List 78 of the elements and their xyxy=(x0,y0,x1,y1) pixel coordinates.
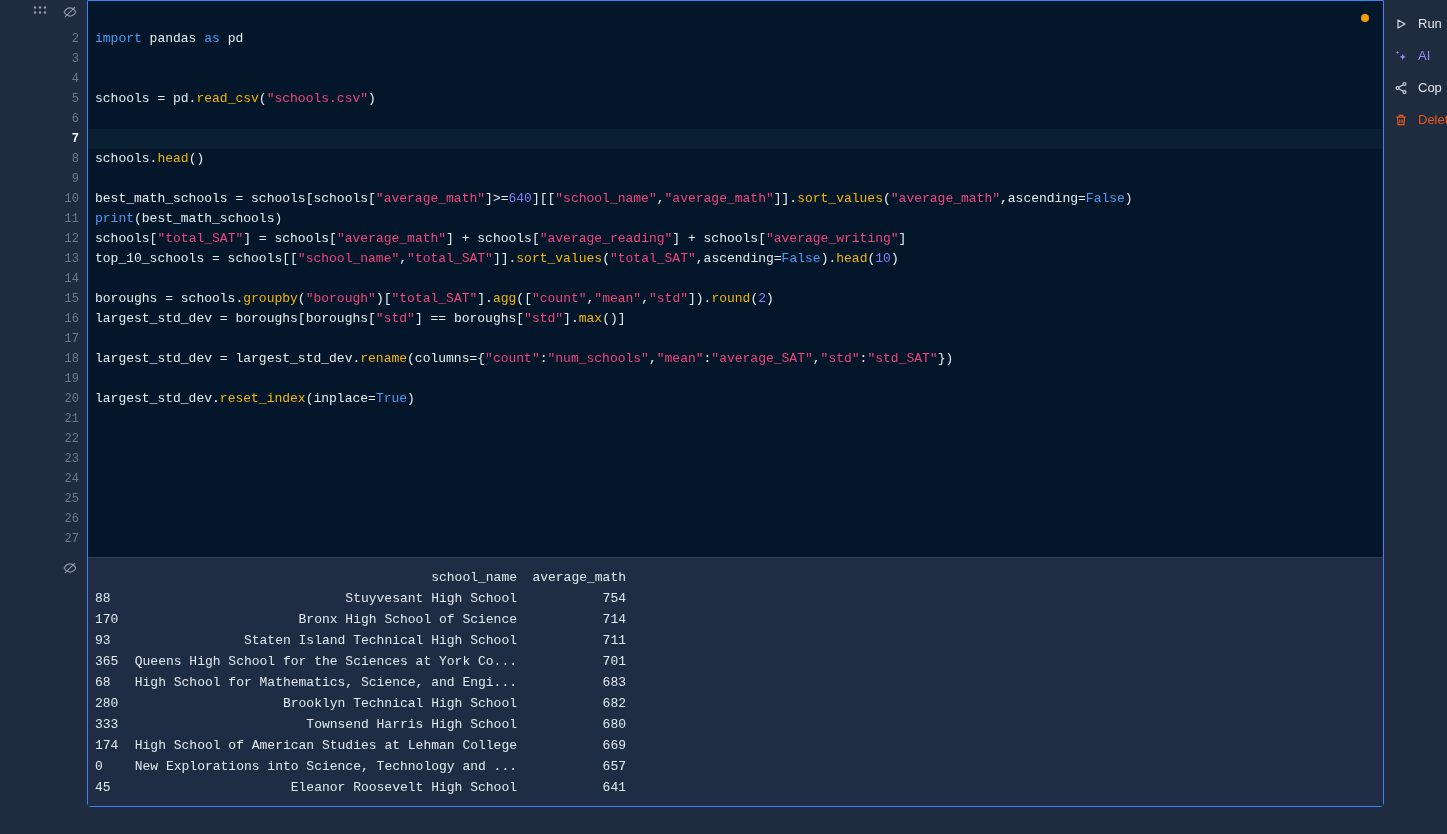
action-button[interactable]: Cop xyxy=(1394,78,1447,98)
line-number: 15 xyxy=(63,291,80,308)
line-number: 14 xyxy=(63,271,80,288)
line-number: 6 xyxy=(70,111,80,128)
line-number: 27 xyxy=(63,531,80,548)
action-button[interactable]: AI xyxy=(1394,46,1447,66)
code-line: best_math_schools = schools[schools["average_math"]>=640][["school_name","average_math"]].sort_values("average_math",ascending=False) xyxy=(95,191,1133,206)
line-number: 17 xyxy=(63,331,80,348)
line-number: 12 xyxy=(63,231,80,248)
share-icon xyxy=(1394,81,1408,95)
row-index: 0 xyxy=(95,758,104,776)
row-index: 93 xyxy=(95,632,112,650)
code-line: top_10_schools = schools[["school_name","total_SAT"]].sort_values("total_SAT",ascending=False).head(10) xyxy=(95,251,899,266)
code-line: schools["total_SAT"] = schools["average_math"] + schools["average_reading"] + schools["average_writing"] xyxy=(95,231,907,246)
line-number: 4 xyxy=(70,71,80,88)
row-index: 280 xyxy=(95,695,120,713)
line-number: 10 xyxy=(63,191,80,208)
row-index: 333 xyxy=(95,716,120,734)
visibility-off-icon[interactable] xyxy=(63,5,77,19)
table-cell-text: 680 xyxy=(601,716,626,734)
line-number: 26 xyxy=(63,511,80,528)
table-cell-text: High School for Mathematics, Science, and Engi... xyxy=(134,674,517,692)
play-icon xyxy=(1395,18,1407,30)
table-cell-text: New Explorations into Science, Technology and ... xyxy=(134,758,517,776)
visibility-off-icon[interactable] xyxy=(63,561,77,575)
row-index: 68 xyxy=(95,674,112,692)
line-number: 24 xyxy=(63,471,80,488)
line-number: 3 xyxy=(70,51,80,68)
table-cell-text: 682 xyxy=(601,695,626,713)
table-cell-text: Staten Island Technical High School xyxy=(242,632,517,650)
table-cell-text: 754 xyxy=(601,590,626,608)
table-cell-text: High School of American Studies at Lehman College xyxy=(134,737,517,755)
table-cell-text: Brooklyn Technical High School xyxy=(281,695,517,713)
line-number: 9 xyxy=(70,171,80,188)
table-cell-text: Townsend Harris High School xyxy=(305,716,517,734)
column-header: average_math xyxy=(531,569,626,587)
table-cell-text: Queens High School for the Sciences at York Co... xyxy=(134,653,517,671)
table-cell-text: 641 xyxy=(601,779,626,797)
line-number: 8 xyxy=(70,151,80,168)
table-cell-text: Stuyvesant High School xyxy=(344,590,517,608)
table-cell-text: 657 xyxy=(601,758,626,776)
line-number: 23 xyxy=(63,451,80,468)
row-index: 88 xyxy=(95,590,112,608)
line-number: 7 xyxy=(70,131,80,148)
trash-icon xyxy=(1394,113,1408,127)
row-index: 174 xyxy=(95,737,120,755)
line-number: 16 xyxy=(63,311,80,328)
code-line: largest_std_dev = boroughs[boroughs["std"] == boroughs["std"].max()] xyxy=(95,311,626,326)
row-index: 365 xyxy=(95,653,120,671)
row-index: 45 xyxy=(95,779,112,797)
code-line: schools = pd.read_csv("schools.csv") xyxy=(95,91,376,106)
code-line: import pandas as pd xyxy=(95,31,244,46)
line-number: 2 xyxy=(70,31,80,48)
column-header: school_name xyxy=(430,569,517,587)
action-button[interactable]: Run xyxy=(1394,14,1447,34)
code-line: schools.head() xyxy=(95,151,205,166)
code-line: boroughs = schools.groupby("borough")["total_SAT"].agg(["count","mean","std"]).round(2) xyxy=(95,291,774,306)
table-cell-text: Eleanor Roosevelt High School xyxy=(289,779,517,797)
line-number: 11 xyxy=(63,211,80,228)
code-line: largest_std_dev.reset_index(inplace=True) xyxy=(95,391,415,406)
line-number: 25 xyxy=(63,491,80,508)
table-cell-text: Bronx High School of Science xyxy=(297,611,517,629)
line-number: 18 xyxy=(63,351,80,368)
table-cell-text: 669 xyxy=(601,737,626,755)
code-line: print(best_math_schools) xyxy=(95,211,283,226)
line-number: 21 xyxy=(63,411,80,428)
line-number: 20 xyxy=(63,391,80,408)
line-number: 19 xyxy=(63,371,80,388)
drag-handle-icon[interactable] xyxy=(33,5,47,15)
code-line: largest_std_dev = largest_std_dev.rename(columns={"count":"num_schools","mean":"average_SAT","std":"std_SAT"}) xyxy=(95,351,954,366)
table-cell-text: 683 xyxy=(601,674,626,692)
line-number: 13 xyxy=(63,251,80,268)
table-cell-text: 711 xyxy=(601,632,626,650)
line-number: 22 xyxy=(63,431,80,448)
table-cell-text: 701 xyxy=(601,653,626,671)
row-index: 170 xyxy=(95,611,120,629)
line-number: 5 xyxy=(70,91,80,108)
table-cell-text: 714 xyxy=(601,611,626,629)
